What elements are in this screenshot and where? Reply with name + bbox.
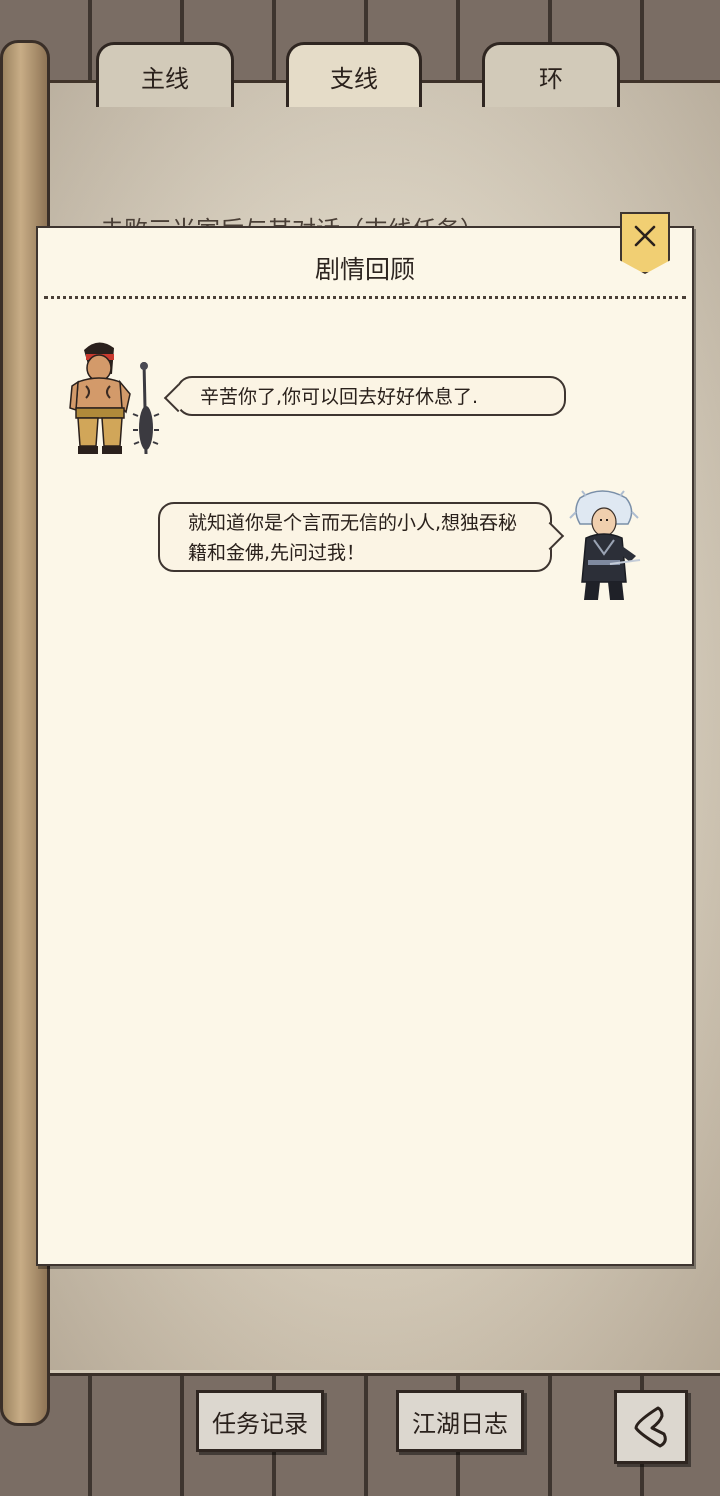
story-review-dialog: 剧情回顾 辛苦你了,你可以回去好好休息了. 就知道你是个言而无信的小人,想独吞秘… (36, 226, 694, 1266)
dialogue-bubble-right: 就知道你是个言而无信的小人,想独吞秘籍和金佛,先问过我！ (158, 502, 565, 572)
tab-main-quest[interactable]: 主线 (96, 42, 234, 107)
tab-side-quest[interactable]: 支线 (286, 42, 422, 107)
dialog-divider (44, 296, 686, 299)
swordsman-avatar (566, 490, 642, 602)
task-record-button[interactable]: 任务记录 (196, 1390, 324, 1452)
tab-ring-quest[interactable]: 环 (482, 42, 620, 107)
jianghu-log-button[interactable]: 江湖日志 (396, 1390, 524, 1452)
bandit-avatar (68, 338, 160, 456)
dialog-title: 剧情回顾 (314, 255, 415, 284)
dialogue-bubble-left: 辛苦你了,你可以回去好好休息了. (163, 376, 566, 416)
close-icon (634, 225, 656, 247)
back-arrow-icon (634, 1406, 667, 1448)
dialogue-text: 就知道你是个言而无信的小人,想独吞秘籍和金佛,先问过我！ (188, 512, 518, 564)
back-button[interactable] (614, 1390, 688, 1464)
dialogue-text: 辛苦你了,你可以回去好好休息了. (200, 386, 479, 408)
